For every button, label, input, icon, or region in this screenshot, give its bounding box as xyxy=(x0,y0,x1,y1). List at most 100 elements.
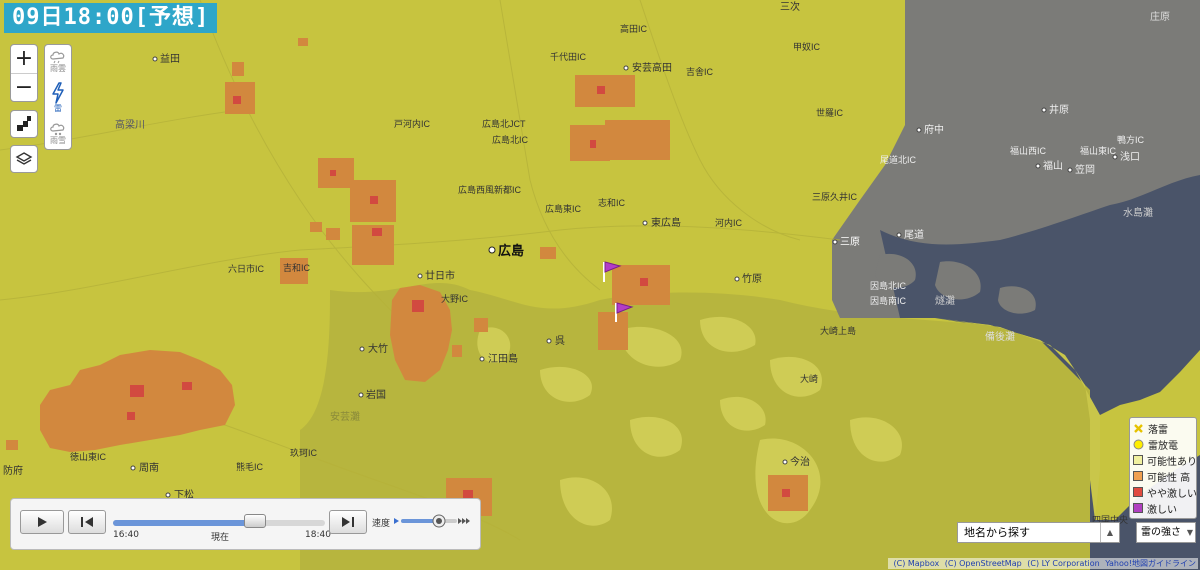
place-label: 世羅IC xyxy=(816,107,844,118)
legend-label: 雷放電 xyxy=(1148,440,1178,452)
place-label: 今治 xyxy=(790,455,810,468)
place-label: 戸河内IC xyxy=(394,118,431,129)
place-label: 鴨方IC xyxy=(1117,134,1145,145)
place-label: 広島北JCT xyxy=(482,118,526,129)
place-label: 三原久井IC xyxy=(812,191,858,202)
attribution-link[interactable]: (C) LY Corporation xyxy=(1027,559,1099,568)
timeline-progress xyxy=(113,520,256,526)
place-label: 広島西風新都IC xyxy=(458,184,522,195)
speed-slider[interactable] xyxy=(394,514,470,528)
place-label: 江田島 xyxy=(488,352,518,365)
legend-item: 可能性 高 xyxy=(1133,468,1193,484)
legend-label: 激しい xyxy=(1147,504,1177,516)
place-label: 庄原 xyxy=(1150,10,1170,23)
layer-snow[interactable]: 雨雪 xyxy=(49,122,67,145)
legend-item: 落雷 xyxy=(1133,420,1193,436)
step-forward-button[interactable] xyxy=(329,510,367,534)
place-label: 大崎 xyxy=(800,373,818,384)
place-label: 高梁川 xyxy=(115,118,145,131)
place-label: 吉舎IC xyxy=(686,67,714,77)
weather-map[interactable]: 益田 安芸高田 広島 東広島 竹原 廿日市 大竹 江田島 呉 岩国 周南 下松 … xyxy=(0,0,1200,570)
place-label: 大野IC xyxy=(441,293,469,304)
place-label: 安芸高田 xyxy=(632,61,672,74)
layers-icon xyxy=(15,152,33,165)
legend-swatch xyxy=(1133,503,1143,513)
place-label: 府中 xyxy=(924,123,944,136)
attribution-link[interactable]: Yahoo!地図ガイドライン xyxy=(1105,559,1196,568)
place-label: 大竹 xyxy=(368,342,388,355)
legend-label: 可能性 高 xyxy=(1147,472,1191,484)
place-label: 千代田IC xyxy=(550,52,587,62)
legend-item: 激しい xyxy=(1133,500,1193,516)
place-label: 廿日市 xyxy=(425,269,455,282)
map-attribution: (C) Mapbox (C) OpenStreetMap (C) LY Corp… xyxy=(888,558,1198,569)
place-label: 益田 xyxy=(160,52,180,65)
place-label: 尾道 xyxy=(904,228,924,241)
place-label: 水島灘 xyxy=(1123,206,1153,219)
speed-label: 速度 xyxy=(372,519,391,529)
place-label: 福山西IC xyxy=(1010,145,1047,156)
place-label: 東広島 xyxy=(651,216,681,229)
legend-label: 可能性あり xyxy=(1147,456,1197,468)
place-label: 高田IC xyxy=(620,23,648,34)
place-label: 燧灘 xyxy=(935,294,955,307)
zoom-in-button[interactable]: + xyxy=(11,45,37,74)
place-label: 備後灘 xyxy=(985,330,1015,343)
attribution-link[interactable]: (C) Mapbox xyxy=(893,559,939,568)
layer-rain-cloud[interactable]: 雨雲 xyxy=(49,50,67,73)
legend-swatch xyxy=(1133,455,1143,465)
place-label: 岩国 xyxy=(366,388,386,401)
legend-item: 雷放電 xyxy=(1133,436,1193,452)
step-forward-icon xyxy=(342,517,354,527)
layer-label: 雨雪 xyxy=(50,135,66,145)
start-time: 16:40 xyxy=(113,530,139,540)
place-label: 因島南IC xyxy=(870,295,907,306)
place-label: 笠岡 xyxy=(1075,163,1095,176)
step-back-button[interactable] xyxy=(68,510,106,534)
place-label: 周南 xyxy=(139,461,159,474)
step-back-icon xyxy=(81,517,93,527)
place-label: 竹原 xyxy=(742,272,762,285)
place-label: 徳山東IC xyxy=(70,451,107,462)
attribution-link[interactable]: (C) OpenStreetMap xyxy=(945,559,1022,568)
place-label: 防府 xyxy=(3,464,23,477)
place-label: 河内IC xyxy=(715,217,743,228)
lightning-icon xyxy=(52,81,64,104)
place-label: 呉 xyxy=(555,335,565,347)
search-placeholder: 地名から探す xyxy=(964,526,1030,539)
forecast-time-banner: 09日18:00[予想] xyxy=(4,3,218,33)
layer-lightning[interactable]: 雷 xyxy=(50,81,66,113)
place-search-input[interactable]: 地名から探す ▲ xyxy=(957,522,1120,543)
legend-item: 可能性あり xyxy=(1133,452,1197,468)
play-icon xyxy=(38,517,47,527)
place-label: 志和IC xyxy=(598,197,626,208)
lightning-strike-x-icon xyxy=(1133,423,1144,434)
rain-cloud-icon xyxy=(50,51,65,63)
place-label: 広島 xyxy=(498,243,524,258)
layers-button[interactable] xyxy=(10,145,38,173)
layer-label: 雷 xyxy=(54,103,62,113)
place-label: 三原 xyxy=(840,236,860,248)
timeline-slider[interactable] xyxy=(113,520,325,526)
chevron-down-icon: ▼ xyxy=(1186,528,1193,537)
discharge-circle-icon xyxy=(1133,439,1144,450)
timeline-thumb[interactable] xyxy=(244,514,267,528)
zoom-out-button[interactable]: − xyxy=(11,74,37,102)
intensity-select[interactable]: 雷の強さ ▼ xyxy=(1136,522,1196,543)
legend-swatch xyxy=(1133,487,1143,497)
place-label: 福山東IC xyxy=(1080,145,1117,156)
current-label: 現在 xyxy=(211,533,230,543)
place-label: 尾道北IC xyxy=(880,154,917,165)
japan-overview-button[interactable] xyxy=(10,110,38,138)
place-label: 浅口 xyxy=(1120,150,1140,163)
search-dropdown-icon[interactable]: ▲ xyxy=(1100,523,1119,542)
place-label: 熊毛IC xyxy=(236,461,264,472)
place-label: 井原 xyxy=(1049,103,1069,116)
place-label: 六日市IC xyxy=(228,263,265,274)
map-legend: 落雷 雷放電 可能性あり 可能性 高 やや激しい 激しい xyxy=(1129,417,1197,519)
legend-item: やや激しい xyxy=(1133,484,1197,500)
snow-cloud-icon xyxy=(50,123,65,135)
place-label: 吉和IC xyxy=(283,263,311,273)
place-label: 福山 xyxy=(1043,159,1063,172)
play-button[interactable] xyxy=(20,510,64,534)
